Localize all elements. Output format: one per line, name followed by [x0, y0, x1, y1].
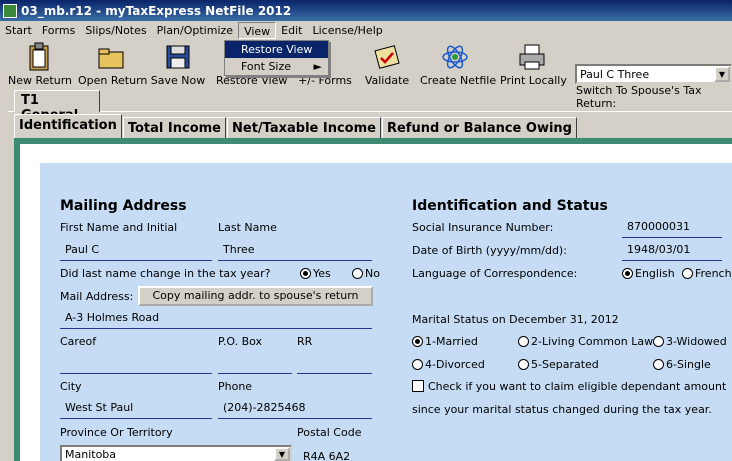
dependant-checkbox[interactable]: Check if you want to claim eligible depe…: [412, 380, 726, 393]
sin-label: Social Insurance Number:: [412, 221, 554, 234]
radio-selected-icon: [412, 336, 423, 347]
radio-selected-icon: [622, 268, 633, 279]
radio-icon: [352, 268, 363, 279]
open-return-button[interactable]: Open Return: [78, 42, 147, 87]
city-label: City: [60, 380, 82, 393]
spouse-label: Switch To Spouse's Tax Return:: [576, 84, 702, 110]
chevron-down-icon[interactable]: ▼: [274, 447, 290, 461]
mail-address-field[interactable]: A-3 Holmes Road: [60, 311, 372, 329]
menu-view[interactable]: View: [238, 22, 277, 39]
careof-label: Careof: [60, 335, 97, 348]
dob-field[interactable]: 1948/03/01: [622, 243, 722, 261]
radio-selected-icon: [300, 268, 311, 279]
printer-icon: [500, 42, 564, 72]
menu-font-size[interactable]: Font Size ►: [225, 58, 328, 75]
name-change-question: Did last name change in the tax year?: [60, 267, 271, 280]
validate-stamp-icon: [362, 42, 412, 72]
mail-address-label: Mail Address:: [60, 290, 134, 303]
radio-icon: [518, 359, 529, 370]
new-return-button[interactable]: New Return: [8, 42, 72, 87]
menu-forms[interactable]: Forms: [37, 22, 80, 39]
rr-label: RR: [297, 335, 313, 348]
po-box-field[interactable]: [218, 356, 292, 374]
first-name-field[interactable]: Paul C: [60, 243, 212, 261]
menu-bar: Start Forms Slips/Notes Plan/Optimize Vi…: [0, 21, 732, 40]
menu-plan-optimize[interactable]: Plan/Optimize: [152, 22, 238, 39]
marital-widowed-radio[interactable]: 3-Widowed: [653, 335, 727, 348]
folder-icon: [78, 42, 144, 72]
view-dropdown-menu: Restore View Font Size ►: [224, 40, 329, 76]
phone-label: Phone: [218, 380, 253, 393]
tab-t1-general[interactable]: T1 General: [14, 90, 100, 123]
language-french-radio[interactable]: French: [682, 267, 732, 280]
copy-mailing-address-button[interactable]: Copy mailing addr. to spouse's return: [138, 286, 373, 306]
tab-total-income[interactable]: Total Income: [122, 117, 226, 139]
checkbox-icon: [412, 380, 424, 392]
province-select[interactable]: Manitoba ▼: [60, 445, 292, 461]
name-change-no-radio[interactable]: No: [352, 267, 380, 280]
menu-start[interactable]: Start: [0, 22, 37, 39]
dob-label: Date of Birth (yyyy/mm/dd):: [412, 244, 567, 257]
province-label: Province Or Territory: [60, 426, 173, 439]
tab-refund-balance[interactable]: Refund or Balance Owing: [381, 117, 577, 139]
last-name-field[interactable]: Three: [218, 243, 372, 261]
clipboard-icon: [8, 42, 70, 72]
menu-slips-notes[interactable]: Slips/Notes: [80, 22, 151, 39]
marital-separated-radio[interactable]: 5-Separated: [518, 358, 599, 371]
last-name-label: Last Name: [218, 221, 277, 234]
sub-tabs: Identification Total Income Net/Taxable …: [14, 114, 578, 139]
name-change-yes-radio[interactable]: Yes: [300, 267, 331, 280]
radio-icon: [682, 268, 693, 279]
menu-edit[interactable]: Edit: [276, 22, 307, 39]
atom-icon: [420, 42, 490, 72]
save-now-button[interactable]: Save Now: [150, 42, 206, 87]
marital-common-law-radio[interactable]: 2-Living Common Law: [518, 335, 653, 348]
tab-identification[interactable]: Identification: [14, 114, 122, 139]
toolbar: New Return Open Return Save Now Restore …: [0, 40, 732, 110]
floppy-disk-icon: [150, 42, 206, 72]
radio-icon: [653, 336, 664, 347]
menu-license-help[interactable]: License/Help: [307, 22, 387, 39]
validate-button[interactable]: Validate: [362, 42, 412, 87]
postal-code-label: Postal Code: [297, 426, 362, 439]
sin-field[interactable]: 870000031: [622, 220, 722, 238]
dependant-note: since your marital status changed during…: [412, 403, 712, 416]
first-name-label: First Name and Initial: [60, 221, 178, 234]
window-title: 03_mb.r12 - myTaxExpress NetFile 2012: [21, 3, 292, 18]
marital-single-radio[interactable]: 6-Single: [653, 358, 711, 371]
identification-title: Identification and Status: [412, 198, 608, 214]
po-box-label: P.O. Box: [218, 335, 263, 348]
phone-field[interactable]: (204)-2825468: [218, 401, 372, 419]
language-label: Language of Correspondence:: [412, 267, 578, 280]
app-icon: [3, 3, 17, 18]
marital-divorced-radio[interactable]: 4-Divorced: [412, 358, 485, 371]
radio-icon: [518, 336, 529, 347]
chevron-down-icon[interactable]: ▼: [714, 66, 730, 82]
postal-code-field[interactable]: R4A 6A2: [303, 450, 350, 461]
language-english-radio[interactable]: English: [622, 267, 675, 280]
city-field[interactable]: West St Paul: [60, 401, 212, 419]
title-bar: 03_mb.r12 - myTaxExpress NetFile 2012: [0, 0, 732, 21]
careof-field[interactable]: [60, 356, 212, 374]
marital-married-radio[interactable]: 1-Married: [412, 335, 478, 348]
spouse-select[interactable]: Paul C Three ▼: [575, 64, 732, 84]
menu-restore-view[interactable]: Restore View: [225, 41, 328, 58]
print-locally-button[interactable]: Print Locally: [500, 42, 567, 87]
radio-icon: [653, 359, 664, 370]
rr-field[interactable]: [297, 356, 372, 374]
tab-net-taxable-income[interactable]: Net/Taxable Income: [227, 117, 381, 139]
create-netfile-button[interactable]: Create Netfile: [420, 42, 496, 87]
submenu-arrow-icon: ►: [313, 60, 322, 73]
mailing-address-title: Mailing Address: [60, 198, 187, 214]
radio-icon: [412, 359, 423, 370]
marital-status-label: Marital Status on December 31, 2012: [412, 313, 619, 326]
